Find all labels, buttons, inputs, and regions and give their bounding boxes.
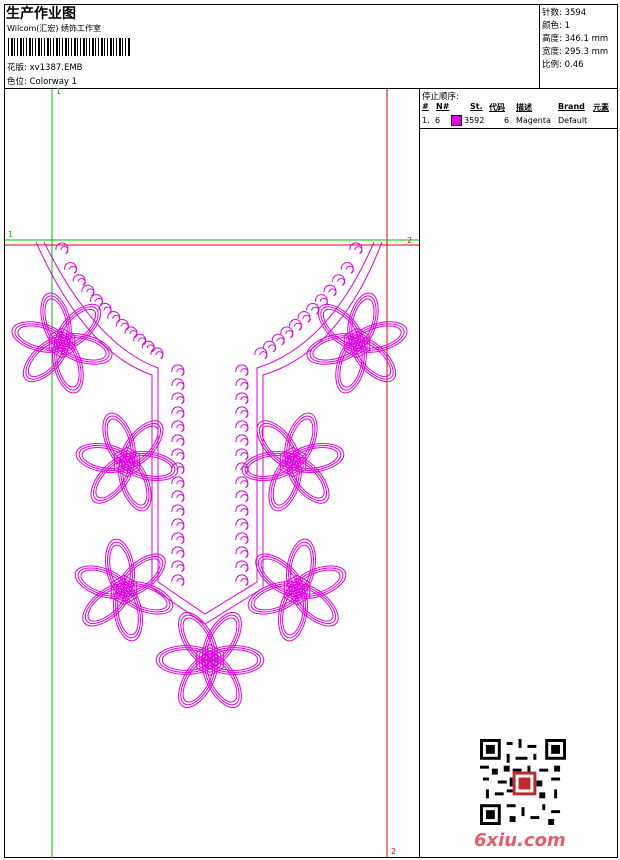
swirl-stitch xyxy=(235,490,249,503)
qr-code xyxy=(480,739,566,825)
flower-motif xyxy=(241,412,345,512)
swirl-stitch xyxy=(171,434,185,447)
guide-label-h2: 2 xyxy=(407,236,413,245)
flower-motifs xyxy=(11,292,408,709)
swirl-stitch xyxy=(235,406,249,419)
swirl-stitch xyxy=(235,560,249,573)
flower-motif xyxy=(74,538,174,642)
neckline-outline xyxy=(35,241,383,625)
swirl-stitch xyxy=(150,347,164,360)
swirl-stitch xyxy=(171,490,185,503)
swirl-stitch xyxy=(340,262,354,274)
swirl-stitch xyxy=(171,574,185,587)
swirl-stitch xyxy=(235,532,249,545)
flower-petal xyxy=(60,308,97,345)
swirl-stitch xyxy=(235,448,249,461)
swirl-stitch xyxy=(235,504,249,517)
swirl-stitch xyxy=(81,284,95,297)
swirl-stitch xyxy=(64,262,78,274)
swirl-stitch xyxy=(171,392,185,405)
guide-label-v2: 2 xyxy=(391,847,397,856)
swirl-stitch xyxy=(323,284,337,297)
flower-motif xyxy=(306,292,408,394)
guide-label-v1: 1 xyxy=(56,87,62,96)
swirl-stitch xyxy=(171,560,185,573)
swirl-stitch xyxy=(235,392,249,405)
swirl-stitch xyxy=(235,518,249,531)
flower-motif xyxy=(247,538,347,642)
swirl-stitch xyxy=(349,242,363,255)
swirl-stitch xyxy=(314,294,328,306)
swirl-stitch xyxy=(235,574,249,587)
swirl-stitch xyxy=(254,347,268,360)
swirl-stitch xyxy=(89,294,104,306)
swirl-stitch xyxy=(235,546,249,559)
swirl-stitch xyxy=(235,476,249,489)
swirl-stitch xyxy=(171,504,185,517)
guide-label-h1: 1 xyxy=(8,230,14,239)
swirl-stitch xyxy=(306,302,320,315)
swirl-stitch xyxy=(171,378,185,391)
swirl-stitch xyxy=(235,378,249,391)
swirl-chain xyxy=(55,242,363,587)
swirl-stitch xyxy=(72,274,86,286)
swirl-stitch xyxy=(235,434,249,447)
swirl-stitch xyxy=(171,518,185,531)
embroidery-design-canvas xyxy=(5,89,419,858)
swirl-stitch xyxy=(55,242,69,255)
swirl-stitch xyxy=(171,406,185,419)
flower-motif xyxy=(11,292,113,394)
swirl-stitch xyxy=(171,546,185,559)
flower-motif xyxy=(155,611,265,709)
flower-petal xyxy=(206,617,238,661)
swirl-stitch xyxy=(171,420,185,433)
swirl-stitch xyxy=(171,448,185,461)
swirl-stitch xyxy=(332,274,346,286)
flower-petal xyxy=(182,617,214,661)
swirl-stitch xyxy=(235,420,249,433)
swirl-stitch xyxy=(171,532,185,545)
swirl-stitch xyxy=(235,364,249,377)
flower-motif xyxy=(75,412,179,512)
swirl-stitch xyxy=(171,476,185,489)
watermark-logo: 6xiu.com xyxy=(474,830,566,851)
swirl-stitch xyxy=(171,364,185,377)
